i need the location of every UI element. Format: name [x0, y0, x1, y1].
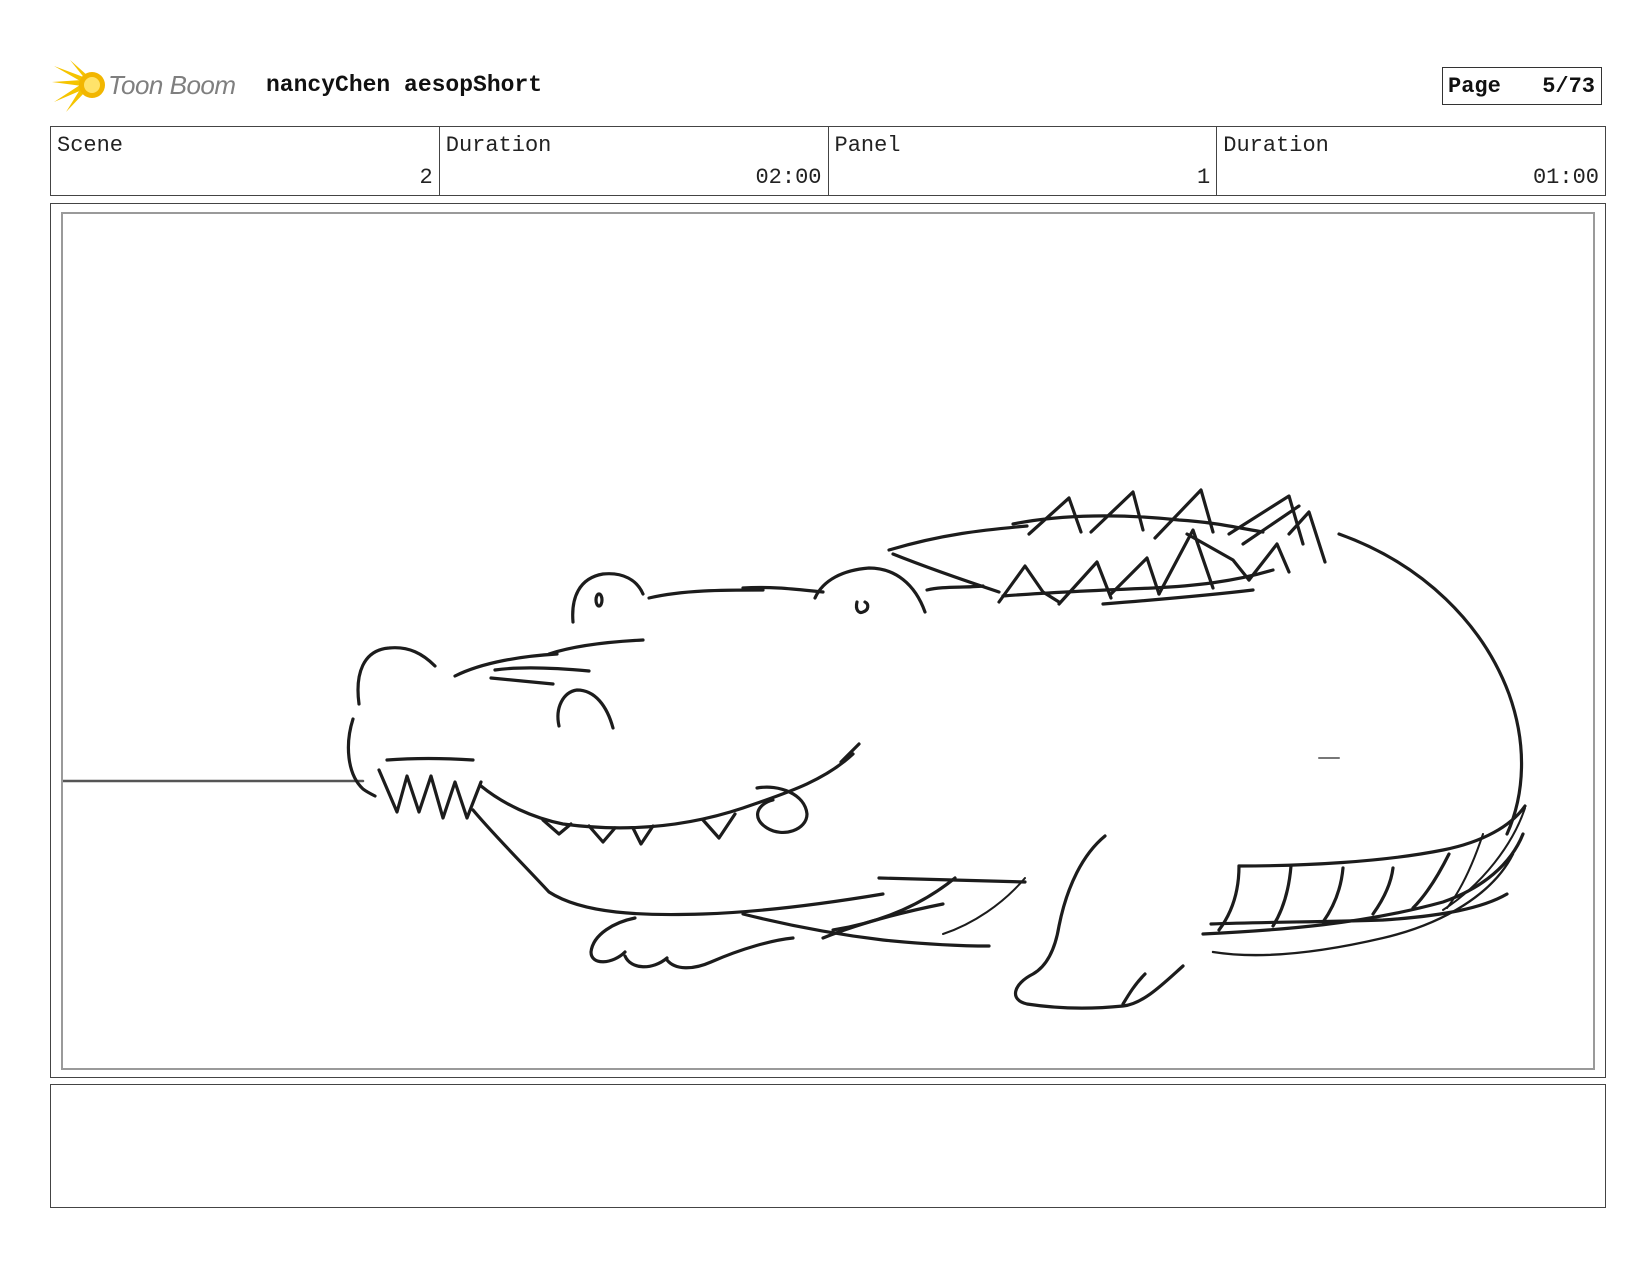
scene-info-table: Scene 2 Duration 02:00 Panel 1 Duration … — [50, 126, 1606, 196]
panel-frame — [61, 212, 1595, 1070]
panel-duration-value: 01:00 — [1532, 165, 1599, 190]
panel-duration-label: Duration — [1223, 133, 1329, 158]
page-number: 5/73 — [1542, 74, 1595, 99]
scene-duration-cell: Duration 02:00 — [440, 127, 829, 195]
panel-value: 1 — [1197, 165, 1211, 190]
panel-duration-cell: Duration 01:00 — [1217, 127, 1605, 195]
scene-value: 2 — [419, 165, 433, 190]
storyboard-panel — [50, 203, 1606, 1078]
toon-boom-logo: Toon Boom — [52, 58, 257, 114]
logo-text: Toon Boom — [108, 70, 236, 100]
scene-duration-label: Duration — [445, 133, 552, 158]
page-indicator: Page 5/73 — [1442, 67, 1602, 105]
panel-label: Panel — [834, 133, 901, 158]
starburst-icon — [52, 60, 105, 112]
panel-cell: Panel 1 — [829, 127, 1218, 195]
project-title: nancyChen aesopShort — [266, 72, 543, 98]
crocodile-sketch — [63, 488, 1527, 1010]
scene-duration-value: 02:00 — [755, 165, 822, 190]
scene-label: Scene — [57, 133, 124, 158]
scene-cell: Scene 2 — [51, 127, 440, 195]
page-label: Page — [1448, 74, 1501, 99]
caption-box — [50, 1084, 1606, 1208]
